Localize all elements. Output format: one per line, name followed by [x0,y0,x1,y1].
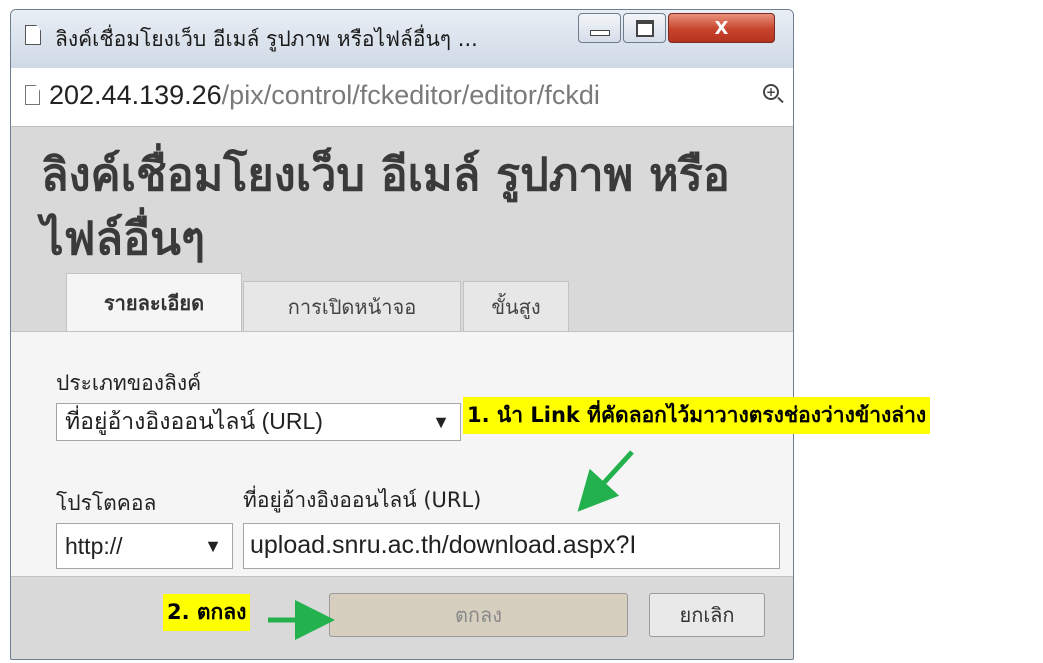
tab-advanced[interactable]: ขั้นสูง [463,281,569,331]
popup-window: ลิงค์เชื่อมโยงเว็บ อีเมล์ รูปภาพ หรือไฟล… [10,9,794,660]
cancel-button[interactable]: ยกเลิก [649,593,765,637]
link-type-label: ประเภทของลิงค์ [56,371,202,395]
dialog-heading: ลิงค์เชื่อมโยงเว็บ อีเมล์ รูปภาพ หรือไฟล… [41,148,730,265]
close-icon: X [714,17,729,39]
minimize-icon [589,30,610,36]
url-host: 202.44.139.26 [49,80,222,110]
page-icon [25,25,41,45]
tab-target[interactable]: การเปิดหน้าจอ [243,281,461,331]
url-label: ที่อยู่อ้างอิงออนไลน์ (URL) [243,488,482,512]
ok-button[interactable]: ตกลง [329,593,628,637]
window-title: ลิงค์เชื่อมโยงเว็บ อีเมล์ รูปภาพ หรือไฟล… [55,27,478,51]
title-bar[interactable]: ลิงค์เชื่อมโยงเว็บ อีเมล์ รูปภาพ หรือไฟล… [11,10,793,69]
maximize-icon [635,19,654,37]
maximize-button[interactable] [623,13,666,43]
link-type-select[interactable]: ที่อยู่อ้างอิงออนไลน์ (URL) ▼ [56,403,461,441]
protocol-select[interactable]: http:// ▼ [56,523,233,569]
link-type-value: ที่อยู่อ้างอิงออนไลน์ (URL) [65,408,323,434]
protocol-value: http:// [65,532,123,559]
minimize-button[interactable] [578,13,621,43]
url-text[interactable]: 202.44.139.26/pix/control/fckeditor/edit… [49,80,759,111]
zoom-icon[interactable]: + [763,84,779,100]
url-path: /pix/control/fckeditor/editor/fckdi [221,80,600,110]
chevron-down-icon: ▼ [432,411,450,432]
step1-annotation: 1. นำ Link ที่คัดลอกไว้มาวางตรงช่องว่างข… [463,397,931,434]
url-input[interactable]: upload.snru.ac.th/download.aspx?I [243,523,780,569]
close-button[interactable]: X [668,13,775,43]
address-bar[interactable]: 202.44.139.26/pix/control/fckeditor/edit… [11,68,793,127]
step2-annotation: 2. ตกลง [163,594,251,631]
page-icon [25,85,40,105]
chevron-down-icon: ▼ [204,535,222,556]
tab-details[interactable]: รายละเอียด [66,273,242,332]
protocol-label: โปรโตคอล [56,491,157,515]
